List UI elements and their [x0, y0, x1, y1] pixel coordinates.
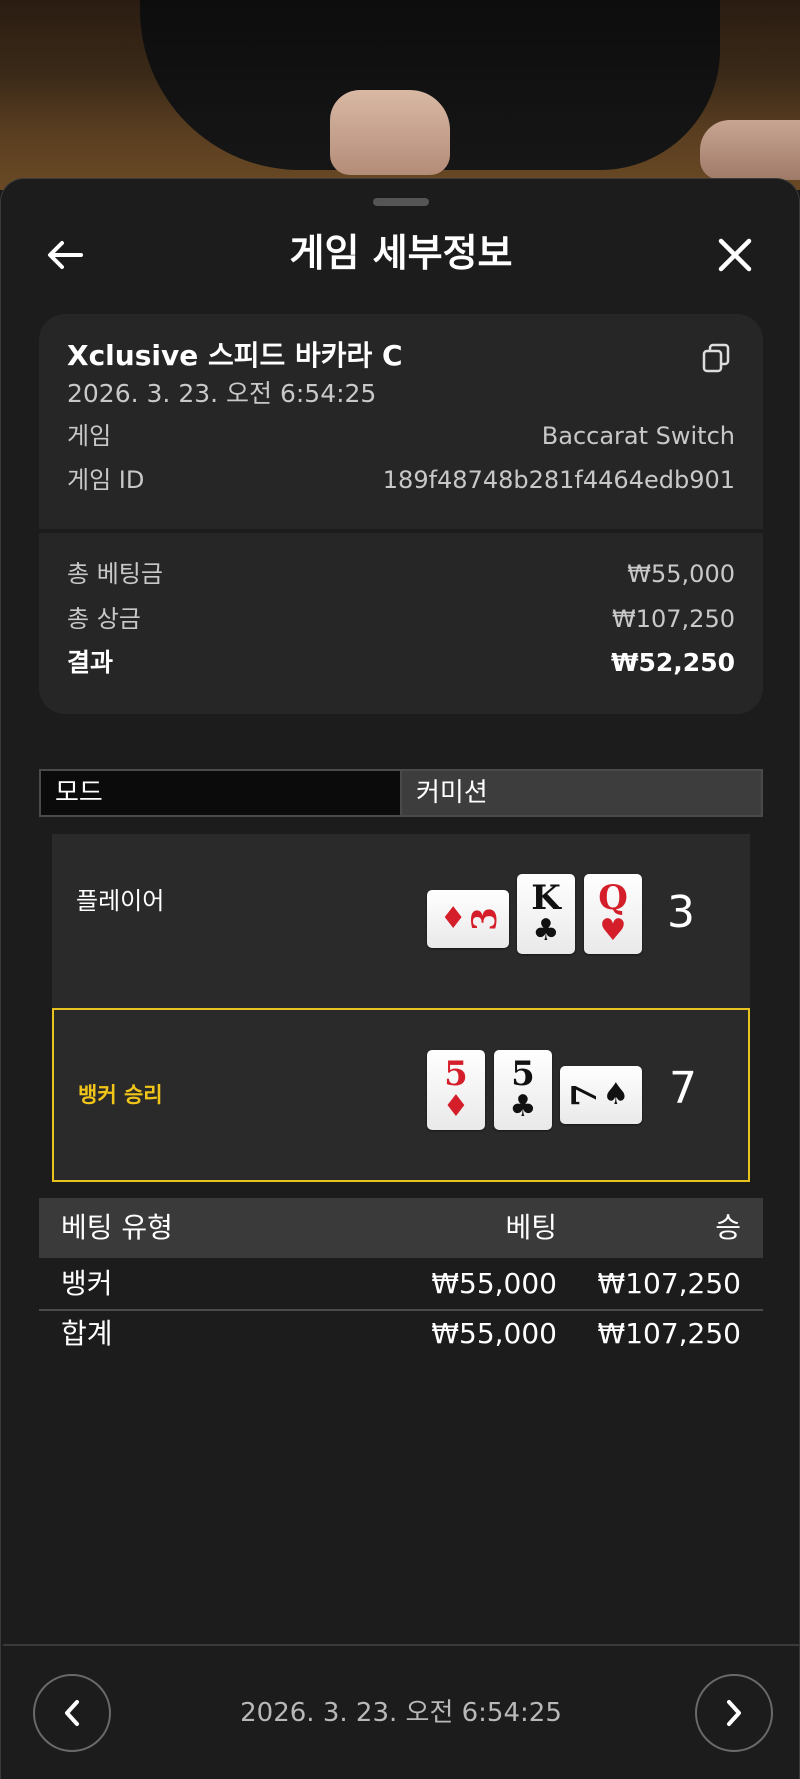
result-label: 결과 [67, 648, 114, 677]
total-bet-value: ₩55,000 [627, 560, 735, 588]
bet-type-cell: 뱅커 [61, 1267, 113, 1300]
view-tabs: 모드 커미션 [39, 769, 763, 817]
game-datetime: 2026. 3. 23. 오전 6:54:25 [67, 379, 377, 408]
game-label: 게임 [67, 422, 112, 450]
banker-hand: 뱅커 승리 5 ♦ 5 ♣ 7 ♠ 7 [52, 1008, 750, 1182]
player-label: 플레이어 [76, 887, 165, 915]
close-icon [718, 238, 752, 272]
dealer-hand-right [700, 120, 800, 180]
result-row: 결과 ₩52,250 [67, 645, 735, 681]
bet-amount-cell: ₩55,000 [431, 1267, 557, 1300]
total-bet-label: 총 베팅금 [67, 560, 163, 588]
page-title: 게임 세부정보 [289, 231, 513, 275]
copy-icon [702, 343, 730, 373]
banker-card-2: 5 ♣ [494, 1050, 552, 1130]
total-win-label: 총 상금 [67, 605, 141, 633]
live-video-background [0, 0, 800, 190]
player-score: 3 [667, 887, 695, 938]
sheet-grabber[interactable] [373, 198, 429, 206]
total-win-value: ₩107,250 [612, 605, 735, 633]
result-value: ₩52,250 [610, 648, 735, 677]
total-label-cell: 합계 [61, 1317, 113, 1350]
dealer-hand [330, 90, 450, 175]
tab-commission[interactable]: 커미션 [400, 771, 761, 815]
game-id-value: 189f48748b281f4464edb901 [382, 466, 735, 494]
bet-amount-header: 베팅 [505, 1211, 557, 1244]
banker-label: 뱅커 승리 [78, 1083, 163, 1107]
player-card-1: ♦ 3 [427, 890, 509, 948]
player-card-3: Q ♥ [584, 874, 642, 954]
game-info-card: Xclusive 스피드 바카라 C 2026. 3. 23. 오전 6:54:… [39, 314, 763, 714]
player-hand: 플레이어 ♦ 3 K ♣ Q ♥ 3 [52, 834, 750, 1008]
chevron-right-icon [727, 1700, 741, 1726]
player-card-2: K ♣ [517, 874, 575, 954]
banker-card-3: 7 ♠ [560, 1066, 642, 1124]
total-row: 합계 ₩55,000 ₩107,250 [39, 1310, 763, 1358]
win-amount-header: 승 [715, 1211, 741, 1244]
footer-divider [3, 1644, 799, 1646]
tab-mode[interactable]: 모드 [41, 771, 400, 815]
bet-table-header: 베팅 유형 베팅 승 [39, 1198, 763, 1258]
total-win-cell: ₩107,250 [597, 1317, 741, 1350]
banker-score: 7 [669, 1063, 697, 1114]
total-bet-cell: ₩55,000 [431, 1317, 557, 1350]
win-amount-cell: ₩107,250 [597, 1267, 741, 1300]
game-row: 게임 Baccarat Switch [67, 418, 735, 454]
card-divider [39, 529, 763, 533]
bet-type-header: 베팅 유형 [61, 1211, 173, 1244]
game-value: Baccarat Switch [541, 422, 735, 450]
game-id-row: 게임 ID 189f48748b281f4464edb901 [67, 462, 735, 498]
total-win-row: 총 상금 ₩107,250 [67, 601, 735, 637]
table-row: 뱅커 ₩55,000 ₩107,250 [39, 1260, 763, 1308]
total-bet-row: 총 베팅금 ₩55,000 [67, 556, 735, 592]
copy-button[interactable] [701, 342, 731, 374]
next-round-button[interactable] [695, 1674, 773, 1752]
close-button[interactable] [707, 227, 763, 283]
game-details-sheet: 게임 세부정보 Xclusive 스피드 바카라 C 2026. 3. 23. … [0, 178, 800, 1779]
footer-datetime: 2026. 3. 23. 오전 6:54:25 [240, 1698, 562, 1728]
banker-card-1: 5 ♦ [427, 1050, 485, 1130]
table-name: Xclusive 스피드 바카라 C [67, 339, 403, 372]
game-id-label: 게임 ID [67, 466, 145, 494]
